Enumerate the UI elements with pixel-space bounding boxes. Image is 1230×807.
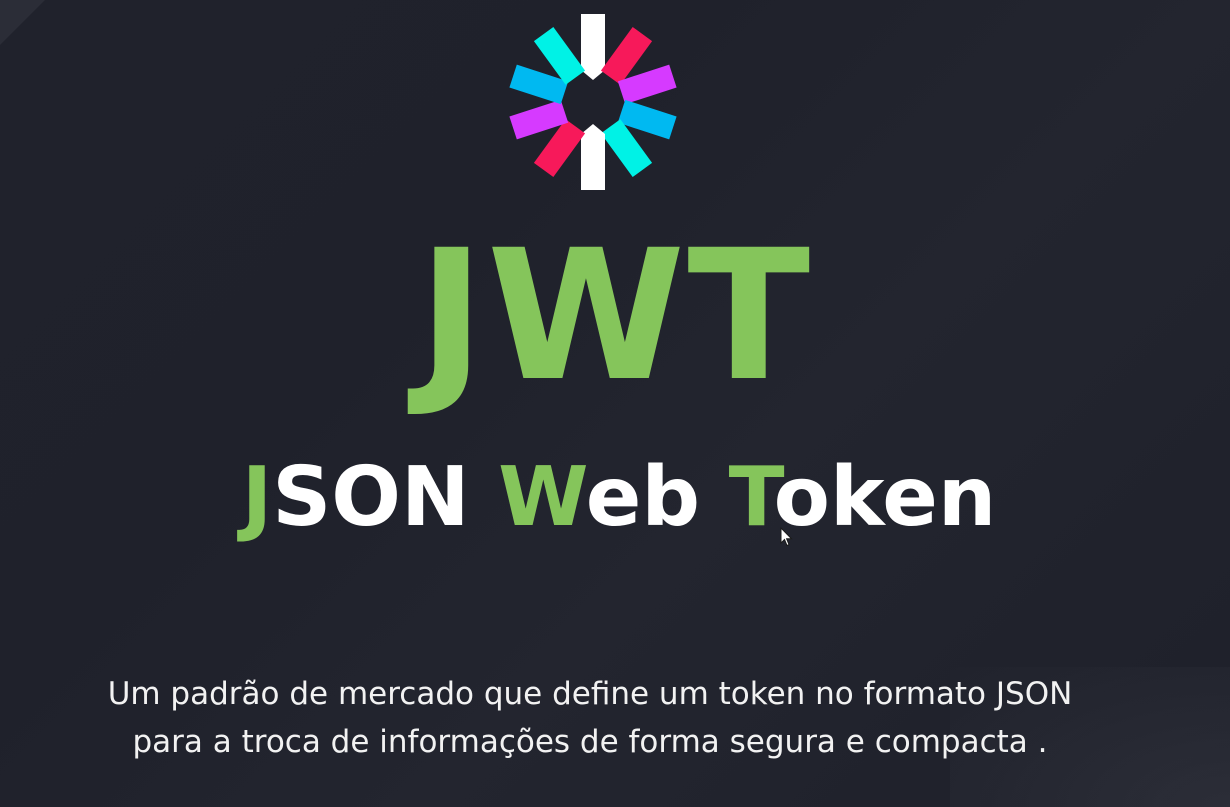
subtitle-initial-w: W [498, 450, 586, 545]
subtitle-rest-web: eb [585, 450, 701, 545]
presentation-slide: JWT JSON Web Token Um padrão de mercado … [0, 0, 1230, 807]
subtitle: JSON Web Token [0, 448, 1230, 548]
mouse-pointer-icon [780, 527, 793, 547]
subtitle-initial-t: T [728, 450, 774, 545]
subtitle-initial-j: J [241, 450, 273, 545]
subtitle-rest-token: oken [773, 450, 997, 545]
jwt-logo-icon [509, 14, 677, 190]
corner-shade [0, 0, 45, 45]
description-line-2: para a troca de informações de forma seg… [132, 724, 1048, 760]
description: Um padrão de mercado que define um token… [0, 670, 1180, 766]
description-line-1: Um padrão de mercado que define um token… [107, 676, 1073, 712]
page-title: JWT [417, 212, 813, 421]
subtitle-rest-json: SON [272, 450, 470, 545]
